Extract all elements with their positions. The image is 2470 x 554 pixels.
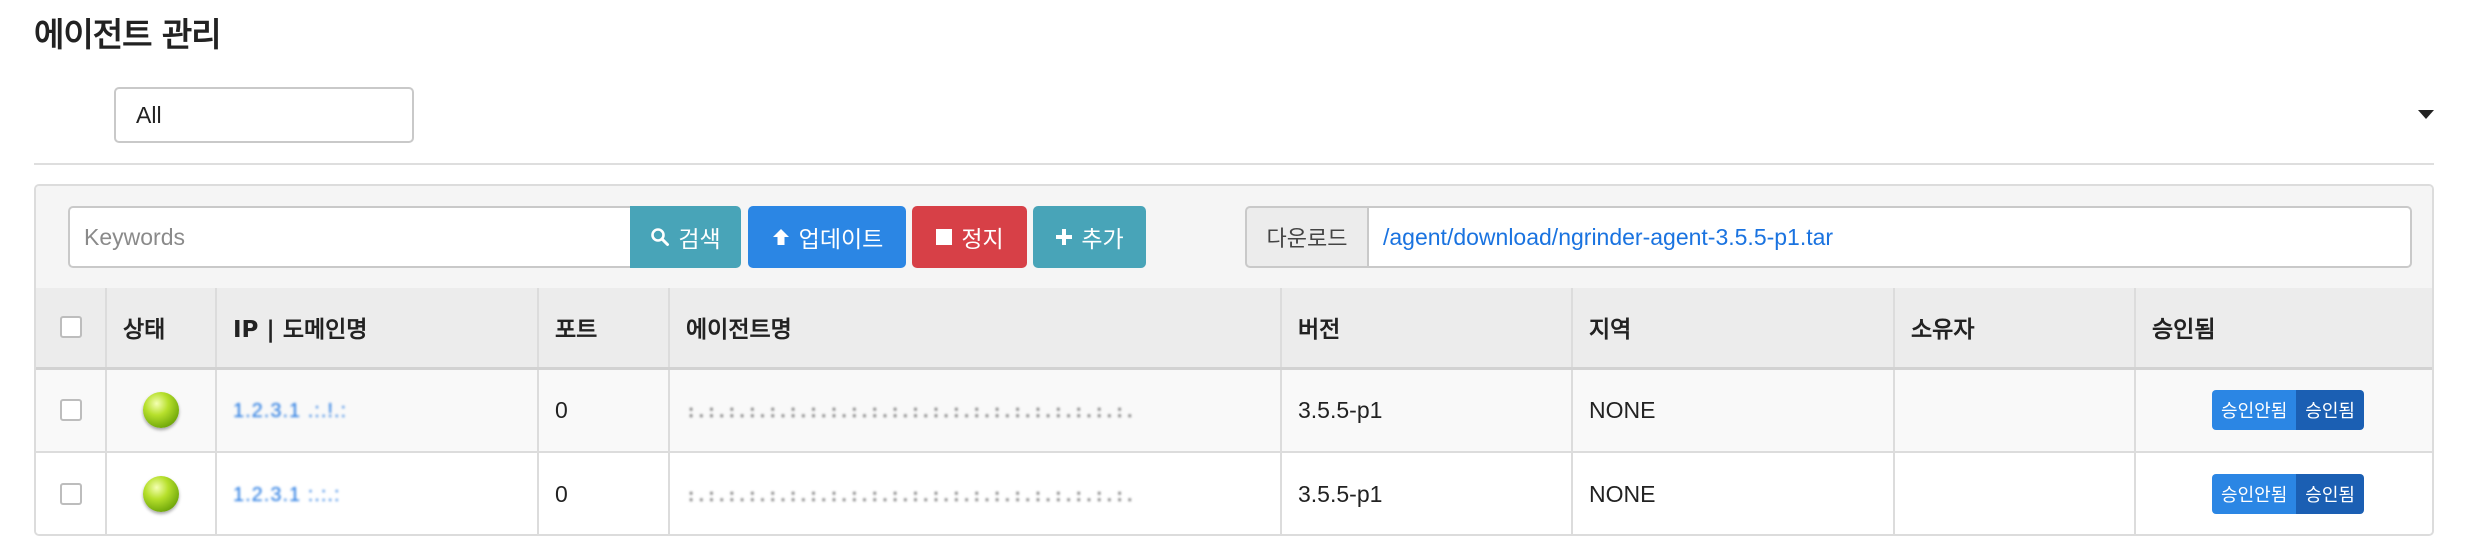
green-ball-icon <box>143 392 179 429</box>
row-checkbox[interactable] <box>59 483 82 505</box>
approval-toggle: 승인안됨 승인됨 <box>2152 390 2424 431</box>
approve-button[interactable]: 승인됨 <box>2296 390 2364 431</box>
ip-link[interactable]: 1.2.3.1 :.:.: <box>233 484 341 506</box>
version-cell: 3.5.5-p1 <box>1281 452 1573 534</box>
row-select-cell <box>36 368 107 452</box>
port-cell: 0 <box>538 452 670 534</box>
status-cell <box>106 452 217 534</box>
agent-name-cell: :.:.:.:.:.:.:.:.:.:.:.:.:.:.:.:.:.:.:.:.… <box>669 452 1282 534</box>
approval-cell: 승인안됨 승인됨 <box>2135 368 2432 452</box>
select-all-checkbox[interactable] <box>59 316 82 339</box>
agent-name-value: :.:.:.:.:.:.:.:.:.:.:.:.:.:.:.:.:.:.:.:.… <box>686 488 1135 507</box>
region-cell: NONE <box>1572 452 1895 534</box>
disapprove-button[interactable]: 승인안됨 <box>2212 474 2297 514</box>
table-row: 1.2.3.1 .:.!.: 0 :.:.:.:.:.:.:.:.:.:.:.:… <box>36 368 2432 452</box>
version-value: 3.5.5-p1 <box>1298 396 1383 423</box>
add-button[interactable]: 추가 <box>1033 206 1146 268</box>
stop-button-label: 정지 <box>961 227 1004 253</box>
green-ball-icon <box>143 476 179 512</box>
select-all-cell <box>36 288 107 370</box>
port-value: 0 <box>555 396 568 423</box>
region-cell: NONE <box>1572 368 1895 452</box>
stop-icon <box>935 228 953 246</box>
page-title: 에이전트 관리 <box>34 15 222 54</box>
version-cell: 3.5.5-p1 <box>1281 368 1573 452</box>
add-button-label: 추가 <box>1081 227 1124 253</box>
table-row: 1.2.3.1 :.:.: 0 :.:.:.:.:.:.:.:.:.:.:.:.… <box>36 452 2432 534</box>
agent-panel: 검색 업데이트 정지 추가 다운로드 /agent/download/ngrin… <box>34 184 2434 536</box>
chevron-down-icon[interactable] <box>2418 110 2434 119</box>
ip-link[interactable]: 1.2.3.1 .:.!.: <box>233 400 347 422</box>
owner-cell <box>1894 452 2136 534</box>
approve-button[interactable]: 승인됨 <box>2296 474 2364 514</box>
agent-name-cell: :.:.:.:.:.:.:.:.:.:.:.:.:.:.:.:.:.:.:.:.… <box>669 368 1282 452</box>
agent-name-value: :.:.:.:.:.:.:.:.:.:.:.:.:.:.:.:.:.:.:.:.… <box>686 404 1135 424</box>
region-select[interactable]: All <box>114 87 414 143</box>
plus-icon <box>1055 228 1073 246</box>
approval-toggle: 승인안됨 승인됨 <box>2152 474 2424 514</box>
download-label: 다운로드 <box>1245 206 1369 268</box>
region-select-value: All <box>136 101 162 128</box>
owner-cell <box>1894 368 2136 452</box>
region-value: NONE <box>1589 480 1656 507</box>
toolbar: 검색 업데이트 정지 추가 다운로드 /agent/download/ngrin… <box>36 186 2432 290</box>
col-region[interactable]: 지역 <box>1572 288 1895 370</box>
col-name[interactable]: 에이전트명 <box>669 288 1282 370</box>
col-approved[interactable]: 승인됨 <box>2135 288 2432 370</box>
table-header-row: 상태 IP | 도메인명 포트 에이전트명 버전 지역 소유자 승인됨 <box>36 288 2432 370</box>
port-cell: 0 <box>538 368 670 452</box>
col-ip[interactable]: IP | 도메인명 <box>216 288 539 370</box>
search-icon <box>650 227 670 247</box>
status-cell <box>106 368 217 452</box>
col-version[interactable]: 버전 <box>1281 288 1573 370</box>
search-button-label: 검색 <box>678 227 721 253</box>
disapprove-button[interactable]: 승인안됨 <box>2212 390 2297 431</box>
agent-table: 상태 IP | 도메인명 포트 에이전트명 버전 지역 소유자 승인됨 1.2.… <box>36 288 2432 534</box>
stop-button[interactable]: 정지 <box>912 206 1027 268</box>
col-status[interactable]: 상태 <box>106 288 217 370</box>
port-value: 0 <box>555 480 568 507</box>
ip-cell: 1.2.3.1 :.:.: <box>216 452 539 534</box>
region-value: NONE <box>1589 396 1656 423</box>
approval-cell: 승인안됨 승인됨 <box>2135 452 2432 534</box>
download-link[interactable]: /agent/download/ngrinder-agent-3.5.5-p1.… <box>1369 206 2412 268</box>
version-value: 3.5.5-p1 <box>1298 480 1383 507</box>
ip-cell: 1.2.3.1 .:.!.: <box>216 368 539 452</box>
update-button[interactable]: 업데이트 <box>748 206 906 268</box>
row-select-cell <box>36 452 107 534</box>
divider <box>34 163 2434 165</box>
update-button-label: 업데이트 <box>798 227 884 253</box>
search-input[interactable] <box>68 206 630 268</box>
col-port[interactable]: 포트 <box>538 288 670 370</box>
download-group: 다운로드 /agent/download/ngrinder-agent-3.5.… <box>1245 206 2412 268</box>
search-button[interactable]: 검색 <box>630 206 741 268</box>
arrow-up-icon <box>771 227 791 247</box>
col-owner[interactable]: 소유자 <box>1894 288 2136 370</box>
row-checkbox[interactable] <box>59 399 82 422</box>
